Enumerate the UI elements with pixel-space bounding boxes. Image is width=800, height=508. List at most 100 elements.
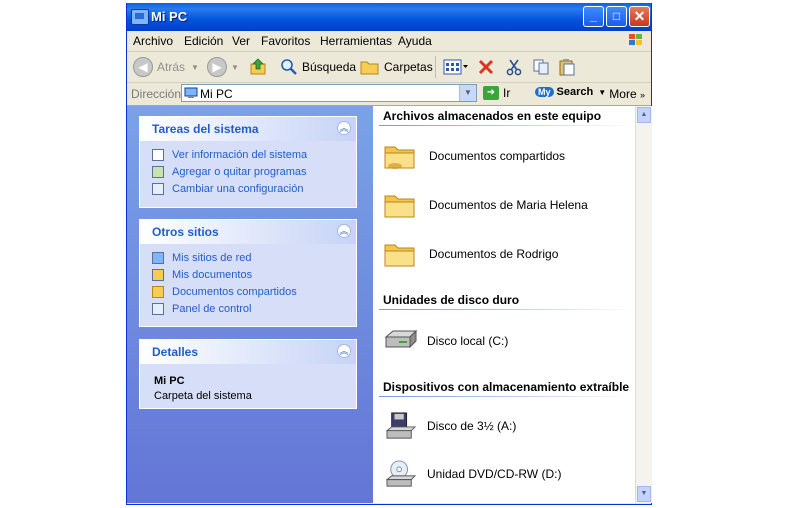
forward-arrow-icon: ▶ xyxy=(207,57,227,77)
system-tasks-panel: Tareas del sistema ︽ Ver información del… xyxy=(139,116,357,208)
title-bar[interactable]: Mi PC _ □ ✕ xyxy=(127,3,651,31)
minimize-button[interactable]: _ xyxy=(583,6,604,27)
section-divider xyxy=(379,309,635,310)
more-label: More xyxy=(609,87,637,101)
details-name: Mi PC xyxy=(154,375,185,387)
views-icon xyxy=(443,59,468,75)
drive-floppy-a[interactable]: Disco de 3½ (A:) xyxy=(383,412,516,440)
scroll-up-icon[interactable]: ▲ xyxy=(637,107,651,123)
scissors-icon xyxy=(506,59,522,76)
menu-herramientas[interactable]: Herramientas xyxy=(320,34,392,48)
toolbar-separator xyxy=(435,56,436,78)
content-pane: Archivos almacenados en este equipo Docu… xyxy=(373,106,635,503)
window-title: Mi PC xyxy=(151,9,188,24)
my-documents-icon xyxy=(152,269,164,281)
place-my-documents[interactable]: Mis documentos xyxy=(152,269,252,281)
collapse-chevron-icon[interactable]: ︽ xyxy=(337,121,351,135)
item-label: Documentos de Maria Helena xyxy=(429,198,588,212)
hard-drive-icon xyxy=(384,329,418,349)
folder-icon xyxy=(384,244,415,267)
address-bar: Dirección Mi PC ▼ ➜ Ir My Search ▼ More … xyxy=(127,83,651,106)
folders-button[interactable]: Carpetas xyxy=(360,57,433,77)
paste-icon xyxy=(559,59,575,76)
menu-edicion[interactable]: Edición xyxy=(184,34,223,48)
shared-documents-icon xyxy=(152,286,164,298)
address-input[interactable]: Mi PC ▼ xyxy=(181,84,477,102)
go-label: Ir xyxy=(503,86,511,100)
folder-rodrigo[interactable]: Documentos de Rodrigo xyxy=(383,240,558,268)
details-header[interactable]: Detalles ︽ xyxy=(140,340,356,364)
change-settings-icon xyxy=(152,183,164,195)
section-header-hard-drives: Unidades de disco duro xyxy=(383,293,520,307)
control-panel-icon xyxy=(152,303,164,315)
back-arrow-icon: ◀ xyxy=(133,57,153,77)
go-button[interactable]: ➜ Ir xyxy=(483,86,510,100)
search-icon xyxy=(281,59,297,75)
item-label: Disco local (C:) xyxy=(427,334,509,348)
toolbar: ◀ Atrás ▼ ▶ ▼ Búsqueda Carpetas xyxy=(127,52,651,83)
vertical-scrollbar[interactable]: ▲ ▼ xyxy=(635,106,652,503)
maximize-button[interactable]: □ xyxy=(606,6,627,27)
explorer-window: Mi PC _ □ ✕ Archivo Edición Ver Favorito… xyxy=(126,3,652,505)
place-label: Documentos compartidos xyxy=(172,286,297,298)
chevron-double-down-icon: » xyxy=(639,90,645,100)
network-places-icon xyxy=(152,252,164,264)
back-label: Atrás xyxy=(157,60,186,74)
place-network[interactable]: Mis sitios de red xyxy=(152,252,251,264)
my-computer-small-icon xyxy=(184,87,198,98)
back-button[interactable]: ◀ Atrás ▼ xyxy=(133,57,199,77)
section-header-removable: Dispositivos con almacenamiento extraíbl… xyxy=(383,380,630,394)
cut-button[interactable] xyxy=(505,57,523,77)
place-label: Mis sitios de red xyxy=(172,252,252,264)
scroll-down-icon[interactable]: ▼ xyxy=(637,486,651,502)
windows-logo-icon xyxy=(629,34,642,45)
address-label: Dirección xyxy=(131,87,182,101)
menu-archivo[interactable]: Archivo xyxy=(133,34,173,48)
copy-button[interactable] xyxy=(532,57,550,77)
dvd-drive-icon xyxy=(385,460,417,487)
task-label: Ver información del sistema xyxy=(172,149,308,161)
task-add-remove-programs[interactable]: Agregar o quitar programas xyxy=(152,166,307,178)
system-info-icon xyxy=(152,149,164,161)
place-shared-documents[interactable]: Documentos compartidos xyxy=(152,286,297,298)
item-label: Documentos compartidos xyxy=(429,149,566,163)
section-divider xyxy=(379,396,635,397)
address-dropdown-icon[interactable]: ▼ xyxy=(459,85,476,101)
floppy-drive-icon xyxy=(385,412,417,439)
back-dropdown-icon: ▼ xyxy=(191,62,199,72)
search-button[interactable]: Búsqueda xyxy=(280,57,356,77)
place-control-panel[interactable]: Panel de control xyxy=(152,303,252,315)
folder-shared-documents[interactable]: Documentos compartidos xyxy=(383,142,565,170)
delete-icon xyxy=(478,59,494,75)
menu-ver[interactable]: Ver xyxy=(232,34,250,48)
menu-ayuda[interactable]: Ayuda xyxy=(398,34,432,48)
task-change-settings[interactable]: Cambiar una configuración xyxy=(152,183,303,195)
folder-icon xyxy=(384,146,415,169)
forward-button[interactable]: ▶ ▼ xyxy=(207,57,239,77)
drive-dvd-d[interactable]: Unidad DVD/CD-RW (D:) xyxy=(383,460,561,488)
go-arrow-icon: ➜ xyxy=(483,86,499,100)
folder-maria-helena[interactable]: Documentos de Maria Helena xyxy=(383,191,588,219)
up-folder-icon xyxy=(250,58,266,75)
system-tasks-header[interactable]: Tareas del sistema ︽ xyxy=(140,117,356,141)
close-button[interactable]: ✕ xyxy=(629,6,650,27)
mysearch-label: Search xyxy=(556,86,594,98)
paste-button[interactable] xyxy=(558,57,576,77)
folders-label: Carpetas xyxy=(384,60,433,74)
collapse-chevron-icon[interactable]: ︽ xyxy=(337,224,351,238)
address-value: Mi PC xyxy=(200,87,233,101)
folder-icon xyxy=(384,195,415,218)
task-view-system-info[interactable]: Ver información del sistema xyxy=(152,149,307,161)
forward-dropdown-icon: ▼ xyxy=(231,62,239,72)
menu-favoritos[interactable]: Favoritos xyxy=(261,34,310,48)
collapse-chevron-icon[interactable]: ︽ xyxy=(337,344,351,358)
mysearch-button[interactable]: My Search ▼ xyxy=(535,86,606,98)
mysearch-dropdown-icon: ▼ xyxy=(598,87,607,97)
task-pane: Tareas del sistema ︽ Ver información del… xyxy=(127,106,373,503)
views-button[interactable] xyxy=(443,57,469,77)
up-folder-button[interactable] xyxy=(249,57,267,77)
delete-button[interactable] xyxy=(477,57,495,77)
other-places-header[interactable]: Otros sitios ︽ xyxy=(140,220,356,244)
drive-local-c[interactable]: Disco local (C:) xyxy=(383,327,508,355)
more-button[interactable]: More » xyxy=(609,87,645,101)
